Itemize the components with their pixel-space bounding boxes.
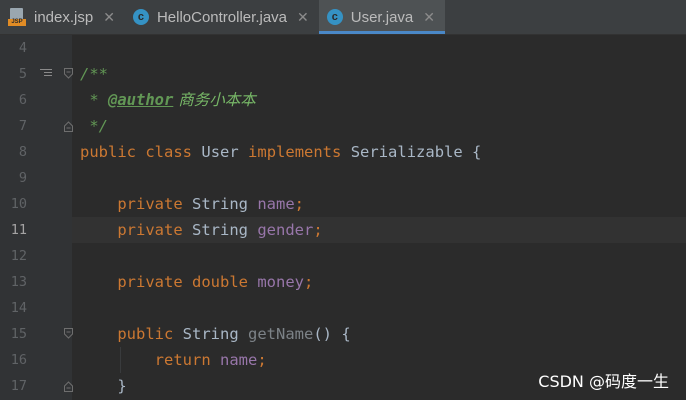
line-number: 17 — [10, 378, 27, 394]
close-icon[interactable]: ✕ — [103, 9, 115, 26]
doc-author-value: 商务小本本 — [173, 91, 256, 109]
field-money: money — [257, 273, 305, 291]
close-icon[interactable]: ✕ — [423, 9, 435, 26]
doc-author-tag: @author — [108, 91, 174, 109]
code-line-15: public String getName() { — [72, 321, 686, 347]
doc-comment-open: /** — [80, 65, 108, 83]
tab-hellocontroller-java[interactable]: c HelloController.java ✕ — [125, 0, 319, 34]
method-getname: getName — [248, 325, 314, 343]
keyword-public: public — [117, 325, 174, 343]
field-name: name — [257, 195, 295, 213]
line-number: 15 — [10, 326, 27, 342]
code-editor[interactable]: 4 5 6 7 8 9 10 11 12 13 14 15 16 17 /** … — [0, 35, 686, 400]
line-number: 9 — [18, 170, 27, 186]
method-signature-rest: () { — [313, 325, 351, 343]
ide-window: JSP index.jsp ✕ c HelloController.java ✕… — [0, 0, 686, 400]
keyword-private: private — [117, 221, 183, 239]
close-brace: } — [117, 377, 127, 395]
tab-index-jsp[interactable]: JSP index.jsp ✕ — [0, 0, 125, 34]
line-number: 10 — [10, 196, 27, 212]
keyword-public: public — [80, 143, 136, 161]
code-line-7: */ — [72, 113, 686, 139]
csdn-watermark: CSDN @码度一生 — [538, 372, 669, 391]
code-line-5: /** — [72, 61, 686, 87]
close-icon[interactable]: ✕ — [297, 9, 309, 26]
type-string: String — [192, 195, 248, 213]
line-number: 4 — [18, 40, 27, 56]
code-line-10: private String name; — [72, 191, 686, 217]
type-string: String — [192, 221, 248, 239]
keyword-private: private — [117, 195, 183, 213]
line-number-current: 11 — [10, 222, 27, 238]
keyword-implements: implements — [248, 143, 342, 161]
interface-name: Serializable — [350, 143, 463, 161]
line-number: 6 — [18, 92, 27, 108]
field-name-ref: name — [220, 351, 258, 369]
doc-comment-prefix: * — [80, 91, 108, 109]
line-number: 16 — [10, 352, 27, 368]
render-doc-icon[interactable] — [40, 69, 52, 79]
keyword-class: class — [145, 143, 193, 161]
code-line-11-current: private String gender; — [72, 217, 686, 243]
line-number: 8 — [18, 144, 27, 160]
line-number: 5 — [18, 66, 27, 82]
doc-comment-close: */ — [80, 117, 108, 135]
code-line-8: public class User implements Serializabl… — [72, 139, 686, 165]
semicolon: ; — [313, 221, 323, 239]
semicolon: ; — [304, 273, 314, 291]
semicolon: ; — [257, 351, 267, 369]
java-class-icon: c — [326, 9, 343, 25]
indent-guide — [120, 347, 121, 373]
line-number: 13 — [10, 274, 27, 290]
line-number: 7 — [18, 118, 27, 134]
tab-label: User.java — [350, 8, 414, 26]
tab-label: index.jsp — [34, 8, 94, 26]
semicolon: ; — [294, 195, 305, 213]
jsp-file-icon: JSP — [8, 8, 26, 26]
tab-label: HelloController.java — [156, 8, 288, 26]
editor-gutter: 4 5 6 7 8 9 10 11 12 13 14 15 16 17 — [0, 35, 73, 400]
keyword-double: double — [192, 273, 248, 291]
code-line-6: * @author 商务小本本 — [72, 87, 686, 113]
field-gender: gender — [257, 221, 314, 239]
keyword-private: private — [117, 273, 183, 291]
editor-tab-bar: JSP index.jsp ✕ c HelloController.java ✕… — [0, 0, 686, 35]
line-number: 12 — [10, 248, 27, 264]
java-class-icon: c — [132, 9, 149, 25]
code-line-13: private double money; — [72, 269, 686, 295]
open-brace: { — [472, 143, 482, 161]
class-name: User — [201, 143, 239, 161]
tab-user-java[interactable]: c User.java ✕ — [318, 0, 446, 34]
type-string: String — [182, 325, 239, 343]
line-number: 14 — [10, 300, 27, 316]
code-area[interactable]: /** * @author 商务小本本 */ public class User… — [72, 35, 686, 400]
keyword-return: return — [154, 351, 211, 369]
